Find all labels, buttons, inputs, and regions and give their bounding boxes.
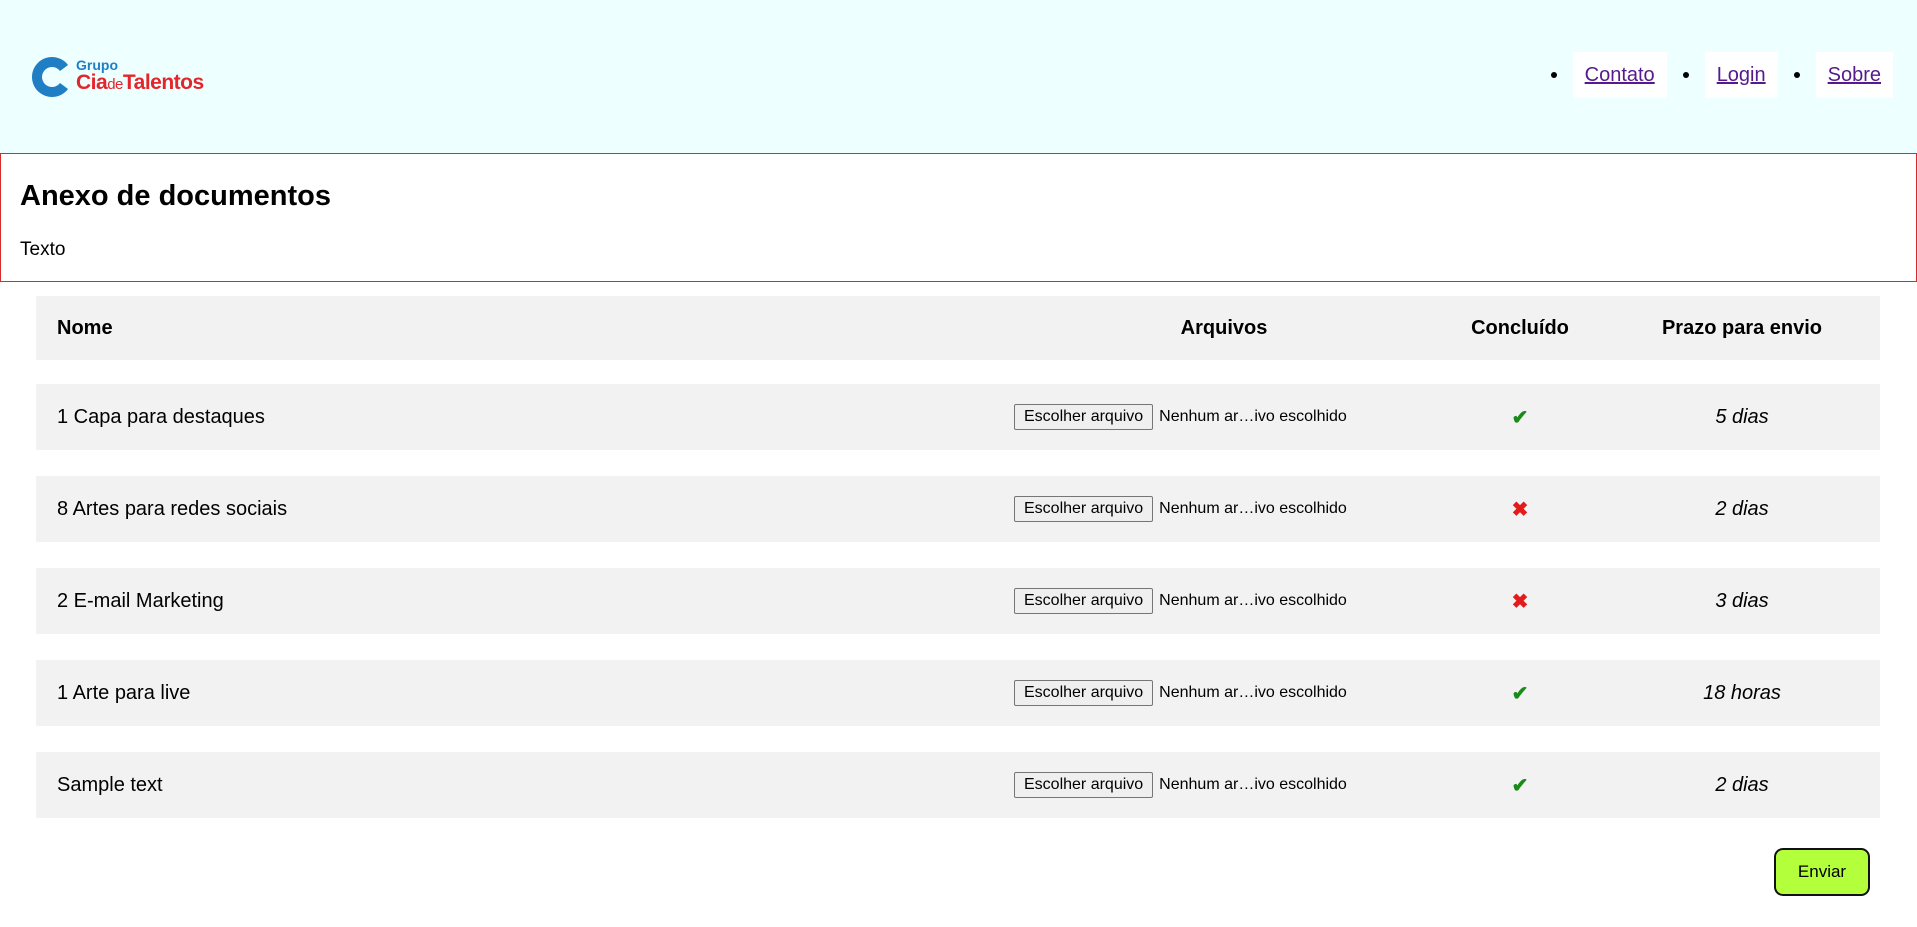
page-title: Anexo de documentos xyxy=(20,180,331,212)
file-status-text: Nenhum ar…ivo escolhido xyxy=(1159,500,1347,517)
row-name: Sample text xyxy=(57,773,163,796)
row-deadline: 3 dias xyxy=(1715,589,1769,612)
table-row: Sample text Escolher arquivo Nenhum ar…i… xyxy=(36,752,1880,818)
main-nav: Contato Login Sobre xyxy=(1550,52,1893,98)
header-done: Concluído xyxy=(1471,316,1569,339)
file-status-text: Nenhum ar…ivo escolhido xyxy=(1159,776,1347,793)
logo-c-icon xyxy=(31,57,68,97)
section-text: Texto xyxy=(20,239,66,260)
row-name: 1 Arte para live xyxy=(57,681,191,704)
logo-brand-text: CiadeTalentos xyxy=(76,71,204,94)
file-input: Escolher arquivo Nenhum ar…ivo escolhido xyxy=(1014,404,1347,430)
choose-file-button[interactable]: Escolher arquivo xyxy=(1014,496,1154,522)
row-name: 1 Capa para destaques xyxy=(57,405,265,428)
nav-bullet xyxy=(1793,72,1800,78)
cross-icon: ✖ xyxy=(1511,590,1529,613)
documents-section: Anexo de documentos Texto xyxy=(0,153,1917,282)
check-icon: ✔ xyxy=(1511,682,1529,705)
file-input: Escolher arquivo Nenhum ar…ivo escolhido xyxy=(1014,496,1347,522)
submit-button[interactable]: Enviar xyxy=(1774,848,1870,896)
row-deadline: 2 dias xyxy=(1715,773,1769,796)
cross-icon: ✖ xyxy=(1511,498,1529,521)
nav-item-contato: Contato xyxy=(1572,52,1667,98)
row-deadline: 2 dias xyxy=(1715,497,1769,520)
header-deadline: Prazo para envio xyxy=(1661,316,1823,339)
nav-link-sobre[interactable]: Sobre xyxy=(1828,64,1881,87)
row-deadline: 5 dias xyxy=(1715,405,1769,428)
file-input: Escolher arquivo Nenhum ar…ivo escolhido xyxy=(1014,680,1347,706)
nav-item-sobre: Sobre xyxy=(1815,52,1893,98)
nav-item-login: Login xyxy=(1704,52,1778,98)
file-status-text: Nenhum ar…ivo escolhido xyxy=(1159,592,1347,609)
table-header-row: Nome Arquivos Concluído Prazo para envio xyxy=(36,296,1880,360)
table-row: 1 Arte para live Escolher arquivo Nenhum… xyxy=(36,660,1880,726)
table-row: 1 Capa para destaques Escolher arquivo N… xyxy=(36,384,1880,450)
file-status-text: Nenhum ar…ivo escolhido xyxy=(1159,684,1347,701)
file-input: Escolher arquivo Nenhum ar…ivo escolhido xyxy=(1014,772,1347,798)
documents-table: Nome Arquivos Concluído Prazo para envio… xyxy=(36,296,1880,844)
header-name: Nome xyxy=(57,316,113,339)
row-name: 8 Artes para redes sociais xyxy=(57,497,288,520)
choose-file-button[interactable]: Escolher arquivo xyxy=(1014,588,1154,614)
file-input: Escolher arquivo Nenhum ar…ivo escolhido xyxy=(1014,588,1347,614)
check-icon: ✔ xyxy=(1511,774,1529,797)
file-status-text: Nenhum ar…ivo escolhido xyxy=(1159,408,1347,425)
nav-bullet xyxy=(1550,72,1557,78)
nav-link-contato[interactable]: Contato xyxy=(1585,64,1655,87)
nav-bullet xyxy=(1682,72,1689,78)
logo[interactable]: Grupo CiadeTalentos xyxy=(30,53,205,101)
nav-link-login[interactable]: Login xyxy=(1717,64,1766,87)
row-name: 2 E-mail Marketing xyxy=(57,589,224,612)
header-files: Arquivos xyxy=(1180,316,1268,339)
site-header: Grupo CiadeTalentos Contato Login Sobre xyxy=(0,0,1917,153)
table-row: 8 Artes para redes sociais Escolher arqu… xyxy=(36,476,1880,542)
choose-file-button[interactable]: Escolher arquivo xyxy=(1014,680,1154,706)
check-icon: ✔ xyxy=(1511,406,1529,429)
choose-file-button[interactable]: Escolher arquivo xyxy=(1014,404,1154,430)
row-deadline: 18 horas xyxy=(1703,681,1781,704)
table-row: 2 E-mail Marketing Escolher arquivo Nenh… xyxy=(36,568,1880,634)
choose-file-button[interactable]: Escolher arquivo xyxy=(1014,772,1154,798)
